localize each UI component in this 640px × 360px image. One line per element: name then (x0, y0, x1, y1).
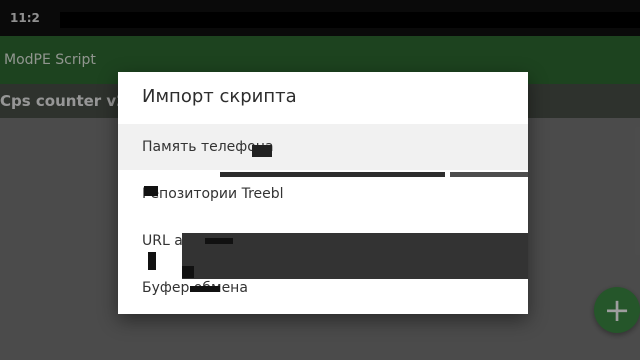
option-treebl-repository[interactable]: Репозитории Treebl (118, 171, 528, 217)
redaction-line (450, 172, 528, 177)
device-screen: 11:2 ModPE Script Cps counter v2.js + Им… (0, 0, 640, 360)
redaction-block (252, 145, 272, 157)
import-options-list: Память телефона Репозитории Treebl URL а… (118, 124, 528, 314)
redaction-block (148, 252, 156, 270)
redaction-line (220, 172, 445, 177)
redaction-block (182, 233, 528, 279)
redaction-block (190, 286, 220, 292)
redaction-block (205, 238, 233, 244)
redaction-block (182, 266, 194, 278)
redaction-block (144, 186, 158, 196)
option-phone-memory[interactable]: Память телефона (118, 124, 528, 170)
option-label: Репозитории Treebl (142, 186, 284, 202)
dialog-title: Импорт скрипта (142, 86, 297, 107)
